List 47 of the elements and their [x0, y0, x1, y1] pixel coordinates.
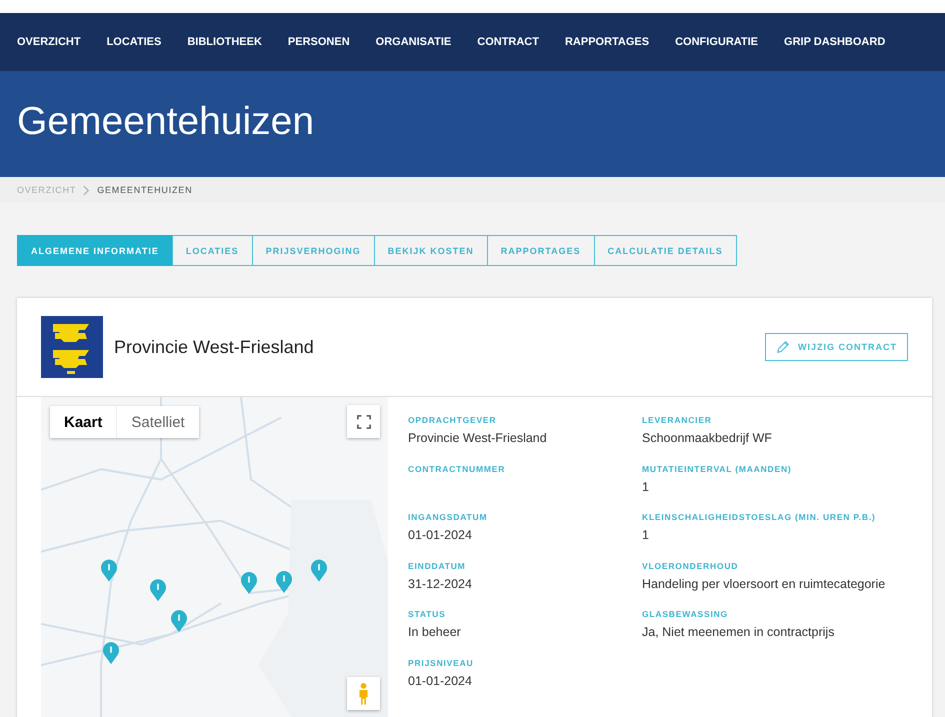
street-view-button[interactable] [347, 677, 380, 710]
nav-link[interactable]: PERSONEN [288, 36, 350, 48]
nav-link[interactable]: OVERZICHT [17, 36, 81, 48]
field-value: Ja, Niet meenemen in contractprijs [642, 625, 834, 639]
location-pin-icon[interactable] [276, 570, 292, 593]
nav-link[interactable]: RAPPORTAGES [564, 36, 650, 48]
nav-link[interactable]: ORGANISATIE [376, 36, 452, 48]
field-value: 1 [642, 480, 649, 494]
page-title: Gemeentehuizen [17, 100, 314, 145]
field-label: PRIJSNIVEAU [408, 658, 474, 668]
field-label: EINDDATUM [408, 560, 467, 570]
field-label: STATUS [408, 609, 447, 619]
field-value: Schoonmaakbedrijf WF [642, 431, 772, 445]
field-label: CONTRACTNUMMER [408, 464, 506, 474]
field-value: Provincie West-Friesland [408, 431, 547, 445]
field-label: INGANGSDATUM [408, 512, 488, 522]
pencil-icon [776, 340, 790, 354]
field-value: 1 [642, 528, 649, 542]
fullscreen-icon [356, 414, 370, 428]
location-pin-icon[interactable] [103, 642, 119, 664]
location-pin-icon[interactable] [171, 610, 187, 632]
map-type-button[interactable]: Kaart [50, 406, 118, 438]
field-label: OPDRACHTGEVER [408, 415, 498, 425]
location-pin-icon[interactable] [150, 579, 166, 602]
field-label: MUTATIEINTERVAL (MAANDEN) [642, 464, 793, 474]
location-pin-icon[interactable] [311, 560, 327, 582]
field-value: 01-01-2024 [408, 528, 472, 542]
map-type-button[interactable]: Satelliet [117, 406, 199, 438]
field-value: Handeling per vloersoort en ruimtecategorie [642, 576, 886, 590]
field-value: 01-01-2024 [408, 674, 472, 688]
nav-link[interactable]: BIBLIOTHEEK [187, 36, 262, 48]
field-label: VLOERONDERHOUD [642, 560, 740, 570]
field-label: KLEINSCHALIGHEIDSTOESLAG (MIN. UREN P.B.) [642, 512, 877, 522]
nav-link[interactable]: LOCATIES [106, 36, 162, 48]
chevron-icon [83, 184, 90, 196]
nav-link[interactable]: CONFIGURATIE [675, 36, 758, 48]
fullscreen-button[interactable] [347, 405, 380, 438]
field-label: LEVERANCIER [642, 415, 713, 425]
location-pin-icon[interactable] [101, 560, 117, 582]
location-pin-icon[interactable] [241, 572, 257, 594]
field-label: GLASBEWASSING [642, 609, 729, 619]
nav-link[interactable]: CONTRACT [477, 36, 539, 48]
nav-link[interactable]: GRIP DASHBOARD [784, 36, 886, 48]
field-value: In beheer [408, 625, 461, 639]
organisation-name: Provincie West-Friesland [114, 336, 315, 358]
field-value: 31-12-2024 [408, 576, 472, 590]
person-icon [357, 682, 370, 706]
